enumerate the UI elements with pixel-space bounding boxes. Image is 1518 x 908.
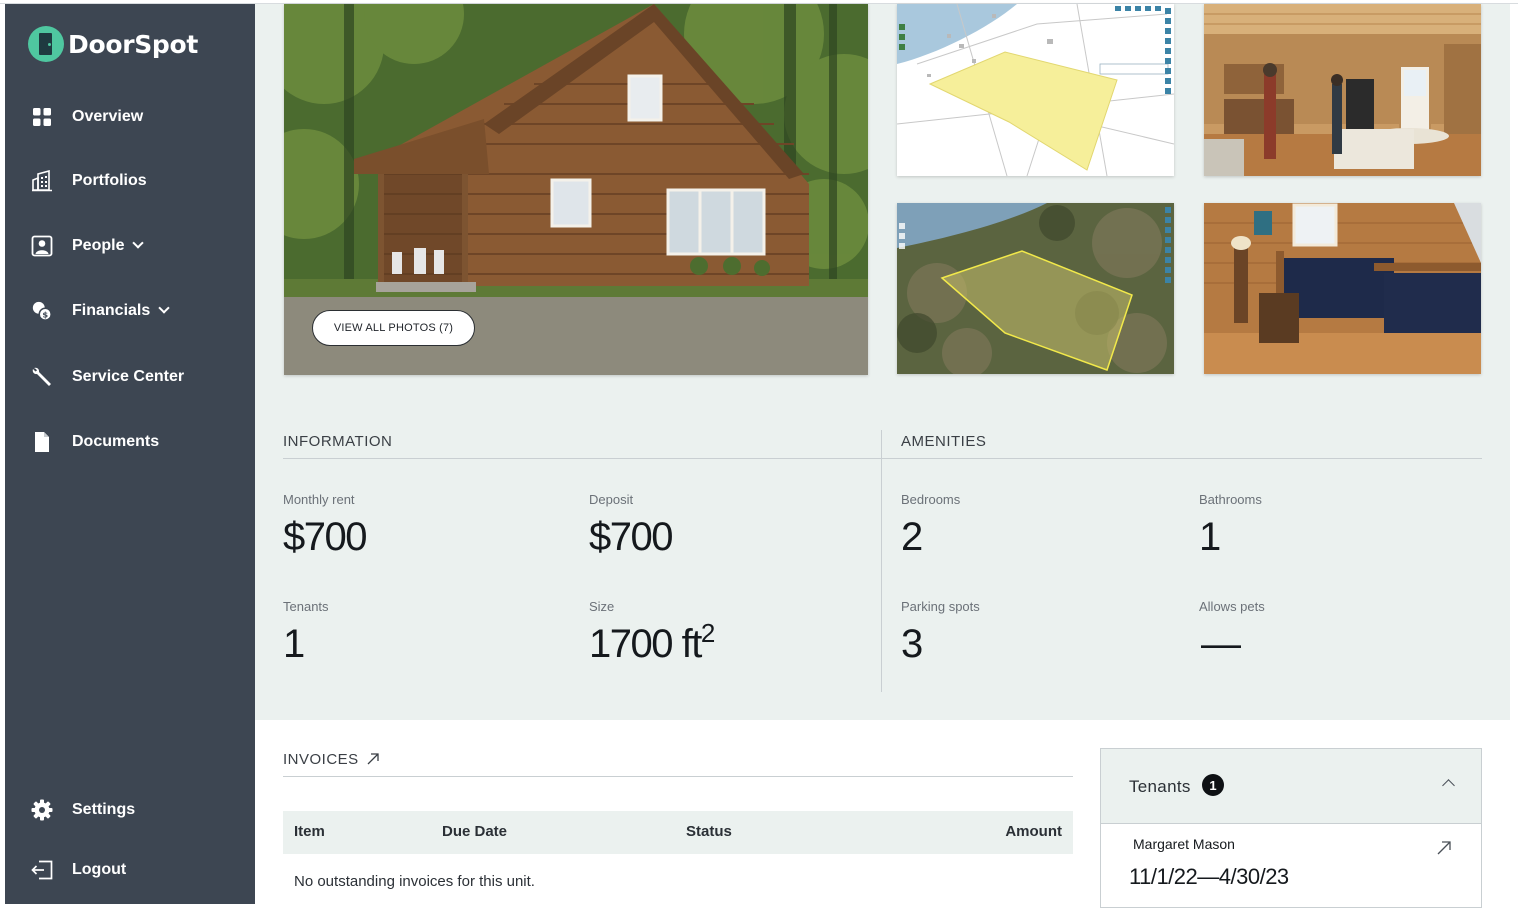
sidebar-item-logout[interactable]: Logout bbox=[5, 850, 255, 890]
amenities-heading: AMENITIES bbox=[901, 433, 987, 450]
sidebar-item-label: Settings bbox=[72, 801, 136, 818]
sidebar-item-portfolios[interactable]: Portfolios bbox=[5, 161, 255, 201]
external-link-arrow-icon bbox=[367, 753, 380, 765]
size-label: Size bbox=[589, 599, 615, 614]
tenants-card-title: Tenants bbox=[1129, 777, 1191, 796]
sidebar-item-overview[interactable]: Overview bbox=[5, 97, 255, 137]
tenants-count-label: Tenants bbox=[283, 599, 329, 614]
sidebar: DoorSpot Overview Portfolios People $ Fi… bbox=[5, 4, 255, 904]
column-header-item[interactable]: Item bbox=[294, 823, 325, 840]
coins-icon: $ bbox=[31, 300, 53, 322]
map-thumbnail[interactable] bbox=[897, 4, 1174, 176]
tenants-count-value: 1 bbox=[283, 622, 305, 666]
door-logo-icon bbox=[28, 26, 64, 62]
column-header-status[interactable]: Status bbox=[686, 823, 732, 840]
logout-icon bbox=[31, 859, 53, 881]
column-header-amount[interactable]: Amount bbox=[1005, 823, 1062, 840]
parking-value: 3 bbox=[901, 622, 923, 666]
invoices-heading: INVOICES bbox=[283, 751, 359, 768]
bathrooms-value: 1 bbox=[1199, 515, 1221, 559]
sidebar-item-label: People bbox=[72, 237, 125, 254]
grid-icon bbox=[31, 106, 53, 128]
gear-icon bbox=[31, 799, 53, 821]
brand-name: DoorSpot bbox=[68, 29, 199, 59]
monthly-rent-label: Monthly rent bbox=[283, 492, 355, 507]
open-tenant-arrow-icon[interactable] bbox=[1437, 841, 1451, 860]
bedroom-photo[interactable] bbox=[1204, 203, 1481, 374]
pets-value: — bbox=[1201, 622, 1241, 666]
kitchen-photo[interactable] bbox=[1204, 4, 1481, 176]
information-heading: INFORMATION bbox=[283, 433, 393, 450]
satellite-thumbnail[interactable] bbox=[897, 203, 1174, 374]
sidebar-item-label: Financials bbox=[72, 302, 151, 319]
sidebar-item-label: Portfolios bbox=[72, 172, 147, 189]
sidebar-item-people[interactable]: People bbox=[5, 226, 255, 266]
invoices-empty-message: No outstanding invoices for this unit. bbox=[294, 873, 535, 890]
size-value: 1700 ft2 bbox=[589, 618, 715, 667]
size-unit-exponent: 2 bbox=[700, 618, 716, 648]
sidebar-item-settings[interactable]: Settings bbox=[5, 790, 255, 830]
tenants-card: Tenants 1 Margaret Mason 11/1/22—4/30/23 bbox=[1100, 748, 1482, 908]
brand-logo[interactable]: DoorSpot bbox=[28, 26, 198, 62]
sidebar-item-financials[interactable]: $ Financials bbox=[5, 291, 255, 331]
invoices-heading-link[interactable]: INVOICES bbox=[283, 751, 380, 768]
sidebar-item-label: Overview bbox=[72, 108, 144, 125]
divider bbox=[283, 776, 1073, 777]
tenant-count-badge: 1 bbox=[1202, 774, 1224, 796]
bedrooms-value: 2 bbox=[901, 515, 923, 559]
deposit-label: Deposit bbox=[589, 492, 634, 507]
document-icon bbox=[31, 431, 53, 453]
chevron-up-icon[interactable] bbox=[1442, 779, 1455, 792]
view-all-photos-button[interactable]: VIEW ALL PHOTOS (7) bbox=[312, 310, 475, 346]
chevron-down-icon bbox=[132, 237, 145, 249]
deposit-value: $700 bbox=[589, 515, 673, 559]
tenant-name: Margaret Mason bbox=[1133, 836, 1235, 852]
pets-label: Allows pets bbox=[1199, 599, 1265, 614]
svg-text:$: $ bbox=[42, 309, 48, 319]
sidebar-item-service-center[interactable]: Service Center bbox=[5, 357, 255, 397]
person-icon bbox=[31, 235, 53, 257]
lease-dates: 11/1/22—4/30/23 bbox=[1129, 864, 1289, 889]
size-number: 1700 ft bbox=[589, 622, 702, 666]
sidebar-item-documents[interactable]: Documents bbox=[5, 422, 255, 462]
buildings-icon bbox=[31, 170, 53, 192]
column-divider bbox=[881, 430, 882, 692]
wrench-icon bbox=[31, 366, 53, 388]
divider bbox=[283, 458, 881, 459]
sidebar-item-label: Documents bbox=[72, 433, 160, 450]
tenants-card-header[interactable]: Tenants 1 bbox=[1101, 749, 1481, 824]
column-header-due-date[interactable]: Due Date bbox=[442, 823, 507, 840]
monthly-rent-value: $700 bbox=[283, 515, 367, 559]
bathrooms-label: Bathrooms bbox=[1199, 492, 1262, 507]
sidebar-item-label: Service Center bbox=[72, 368, 185, 385]
sidebar-item-label: Logout bbox=[72, 861, 127, 878]
app-window: DoorSpot Overview Portfolios People $ Fi… bbox=[0, 0, 1518, 908]
bedrooms-label: Bedrooms bbox=[901, 492, 961, 507]
parking-label: Parking spots bbox=[901, 599, 980, 614]
chevron-down-icon bbox=[158, 302, 170, 314]
invoices-table-header: Item Due Date Status Amount bbox=[283, 811, 1073, 854]
divider bbox=[882, 458, 1482, 459]
